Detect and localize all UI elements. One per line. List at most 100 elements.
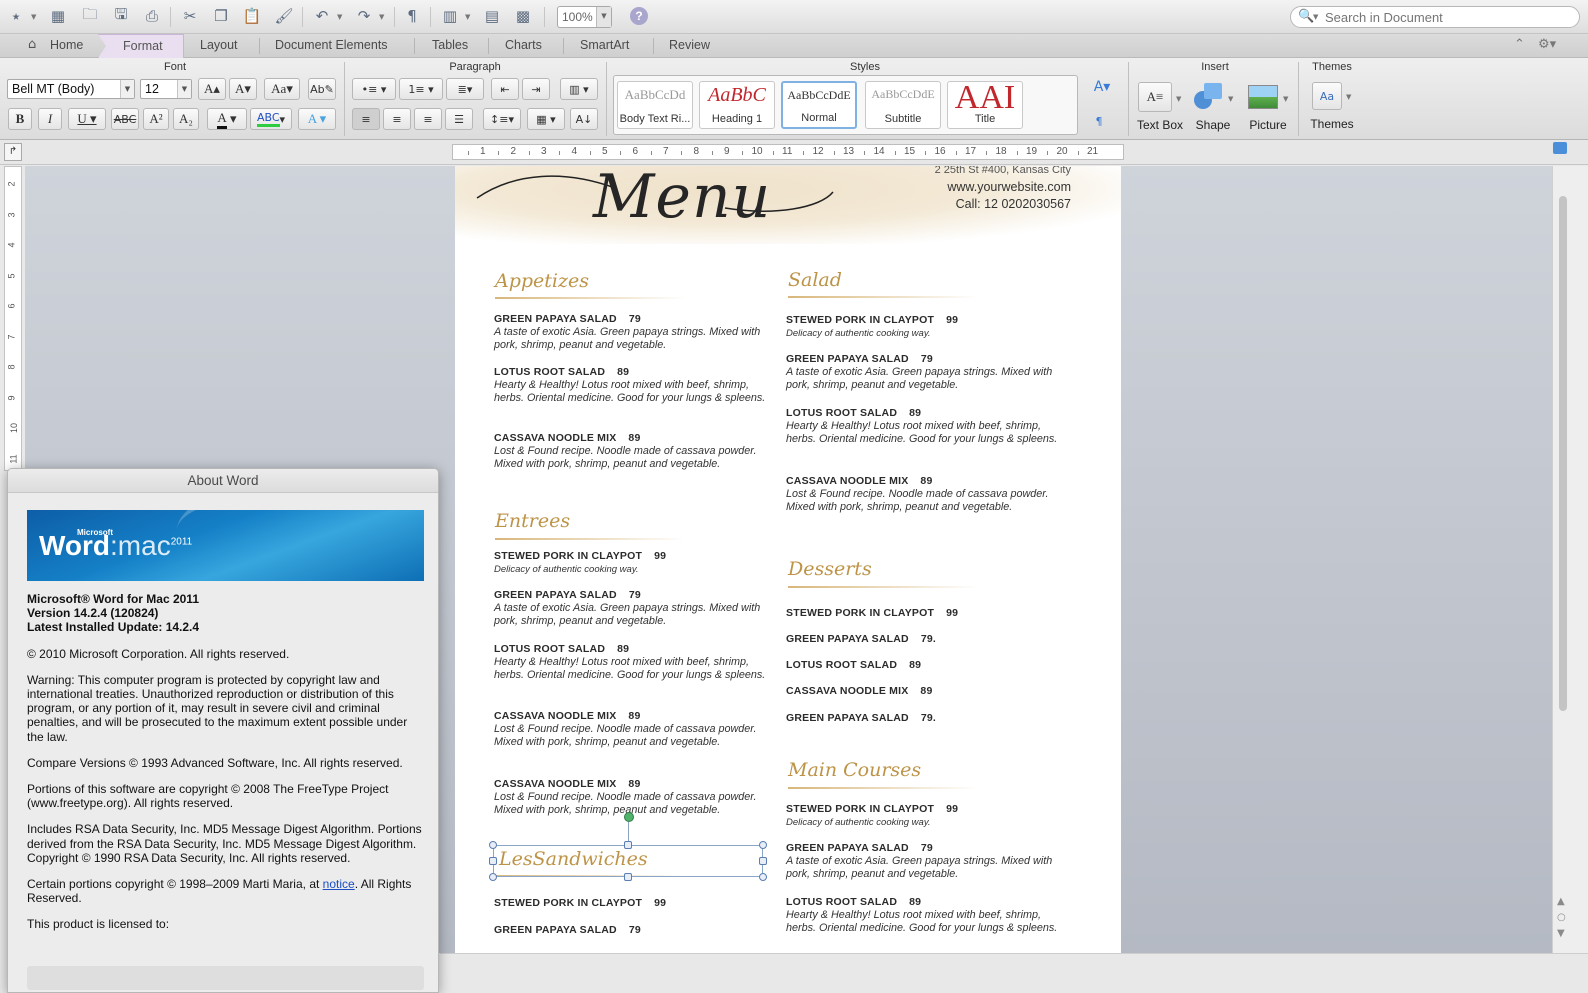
resize-handle[interactable]	[759, 841, 767, 849]
document-page[interactable]: Menu 2 25th St #400, Kansas City www.you…	[455, 166, 1121, 953]
tab-tables[interactable]: Tables	[432, 38, 468, 52]
themes-label[interactable]: Themes	[1304, 117, 1360, 131]
copy-icon[interactable]: ❐	[209, 5, 233, 27]
ribbon-settings-icon[interactable]: ⚙▾	[1538, 37, 1556, 52]
tab-smartart[interactable]: SmartArt	[580, 38, 629, 52]
new-dropdown-icon[interactable]: ▼	[31, 13, 36, 21]
text-effects-button[interactable]: A ▾	[298, 108, 336, 130]
notice-link[interactable]: notice	[323, 877, 355, 891]
themes-dropdown-icon[interactable]: ▼	[1346, 93, 1351, 101]
increase-indent-button[interactable]: ⇥	[522, 78, 550, 100]
cut-icon[interactable]: ✂	[178, 5, 202, 27]
collapse-ribbon-icon[interactable]: ⌃	[1514, 37, 1525, 52]
font-name-select[interactable]: Bell MT (Body) ▼	[7, 79, 135, 99]
justify-button[interactable]: ☰	[445, 108, 473, 130]
align-right-button[interactable]: ≡	[414, 108, 442, 130]
shrink-font-button[interactable]: A▾	[229, 78, 257, 100]
undo-dropdown-icon[interactable]: ▼	[337, 13, 342, 21]
tab-format[interactable]: Format	[98, 34, 184, 58]
resize-handle[interactable]	[489, 873, 497, 881]
format-painter-icon[interactable]: 🖌	[272, 5, 296, 27]
italic-button[interactable]: I	[38, 108, 62, 130]
paste-icon[interactable]: 📋	[240, 5, 264, 27]
resize-handle[interactable]	[759, 873, 767, 881]
open-folder-icon[interactable]: 🗀	[78, 5, 102, 27]
resize-handle[interactable]	[624, 841, 632, 849]
next-page-icon[interactable]: ▼	[1557, 928, 1565, 939]
align-center-button[interactable]: ≡	[383, 108, 411, 130]
rotation-handle[interactable]	[624, 812, 634, 822]
multilevel-list-button[interactable]: ≣▾	[446, 78, 484, 100]
help-button[interactable]: ?	[630, 7, 648, 25]
previous-page-icon[interactable]: ▲	[1557, 896, 1565, 907]
strikethrough-button[interactable]: ABC	[111, 108, 139, 130]
show-formatting-icon[interactable]: ¶	[400, 5, 424, 27]
tab-review[interactable]: Review	[669, 38, 710, 52]
gallery-icon[interactable]: ▦	[46, 5, 70, 27]
style-body-text[interactable]: AaBbCcDd Body Text Ri...	[617, 81, 693, 129]
picture-icon[interactable]	[1248, 85, 1278, 109]
text-box-button[interactable]: A≡	[1138, 82, 1172, 112]
themes-icon[interactable]: Aa	[1312, 82, 1342, 110]
style-sets-button[interactable]: A▾	[1085, 76, 1119, 98]
redo-dropdown-icon[interactable]: ▼	[379, 13, 384, 21]
tab-stop-selector-icon[interactable]: ↱	[4, 143, 22, 161]
picture-label[interactable]: Picture	[1244, 118, 1292, 132]
align-left-button[interactable]: ≡	[352, 108, 380, 130]
shape-dropdown-icon[interactable]: ▼	[1228, 95, 1233, 103]
save-icon[interactable]: 🖫	[109, 5, 133, 27]
print-icon[interactable]: ⎙	[140, 5, 164, 27]
search-options-icon[interactable]: ▼	[1313, 13, 1318, 21]
columns-button[interactable]: ▥ ▾	[560, 78, 598, 100]
font-size-select[interactable]: 12 ▼	[140, 79, 192, 99]
new-document-icon[interactable]: ⭑	[4, 5, 28, 27]
tab-home[interactable]: Home	[50, 38, 83, 52]
zoom-dropdown-icon[interactable]: ▼	[596, 7, 611, 27]
underline-button[interactable]: U ▾	[68, 108, 106, 130]
vertical-scrollbar[interactable]: ▲ ○ ▼	[1552, 166, 1588, 953]
search-field[interactable]: 🔍 ▼	[1290, 6, 1580, 28]
browse-object-icon[interactable]: ○	[1557, 912, 1566, 923]
horizontal-ruler[interactable]: 1 2 3 4 5 6 7 8 9 10 11 12 13 14 15 16 17 18 19 20 21	[452, 144, 1124, 160]
sort-button[interactable]: A↓	[570, 108, 598, 130]
resize-handle[interactable]	[624, 873, 632, 881]
styles-pane-button[interactable]: ¶	[1088, 110, 1110, 132]
resize-handle[interactable]	[489, 857, 497, 865]
change-case-button[interactable]: Aa▾	[264, 78, 300, 100]
redo-icon[interactable]: ↷	[352, 5, 376, 27]
view-toggle-icon[interactable]	[1553, 142, 1567, 154]
decrease-indent-button[interactable]: ⇤	[491, 78, 519, 100]
scrollbar-thumb[interactable]	[1559, 196, 1567, 711]
resize-handle[interactable]	[759, 857, 767, 865]
tab-document-elements[interactable]: Document Elements	[275, 38, 388, 52]
text-box-dropdown-icon[interactable]: ▼	[1176, 95, 1181, 103]
shape-label[interactable]: Shape	[1190, 118, 1236, 132]
sidebar-dropdown-icon[interactable]: ▼	[465, 13, 470, 21]
line-spacing-button[interactable]: ↕≡▾	[483, 108, 521, 130]
bullets-button[interactable]: •≡ ▾	[352, 78, 396, 100]
search-input[interactable]	[1325, 9, 1570, 25]
style-title[interactable]: AAI Title	[947, 81, 1023, 129]
tab-layout[interactable]: Layout	[200, 38, 238, 52]
tab-charts[interactable]: Charts	[505, 38, 542, 52]
subscript-button[interactable]: A₂	[173, 108, 199, 130]
highlight-button[interactable]: ABC ▾	[250, 108, 292, 130]
clear-formatting-button[interactable]: Ab✎	[308, 78, 336, 100]
media-browser-icon[interactable]: ▩	[511, 5, 535, 27]
bold-button[interactable]: B	[8, 108, 32, 130]
font-size-dropdown-icon[interactable]: ▼	[177, 80, 191, 98]
superscript-button[interactable]: A²	[143, 108, 169, 130]
font-color-button[interactable]: A ▾	[207, 108, 247, 130]
grow-font-button[interactable]: A▴	[198, 78, 226, 100]
style-normal[interactable]: AaBbCcDdE Normal	[781, 81, 857, 129]
picture-dropdown-icon[interactable]: ▼	[1283, 95, 1288, 103]
font-name-dropdown-icon[interactable]: ▼	[120, 80, 134, 98]
zoom-select[interactable]: 100% ▼	[557, 6, 612, 28]
sidebar-toggle-icon[interactable]: ▥	[438, 5, 462, 27]
horizontal-scrollbar[interactable]	[440, 953, 1588, 993]
vertical-ruler[interactable]: 2 3 4 5 6 7 8 9 10 11	[4, 166, 22, 471]
undo-icon[interactable]: ↶	[310, 5, 334, 27]
borders-button[interactable]: ▦ ▾	[527, 108, 565, 130]
numbering-button[interactable]: 1≡ ▾	[399, 78, 443, 100]
text-box-label[interactable]: Text Box	[1134, 118, 1186, 132]
